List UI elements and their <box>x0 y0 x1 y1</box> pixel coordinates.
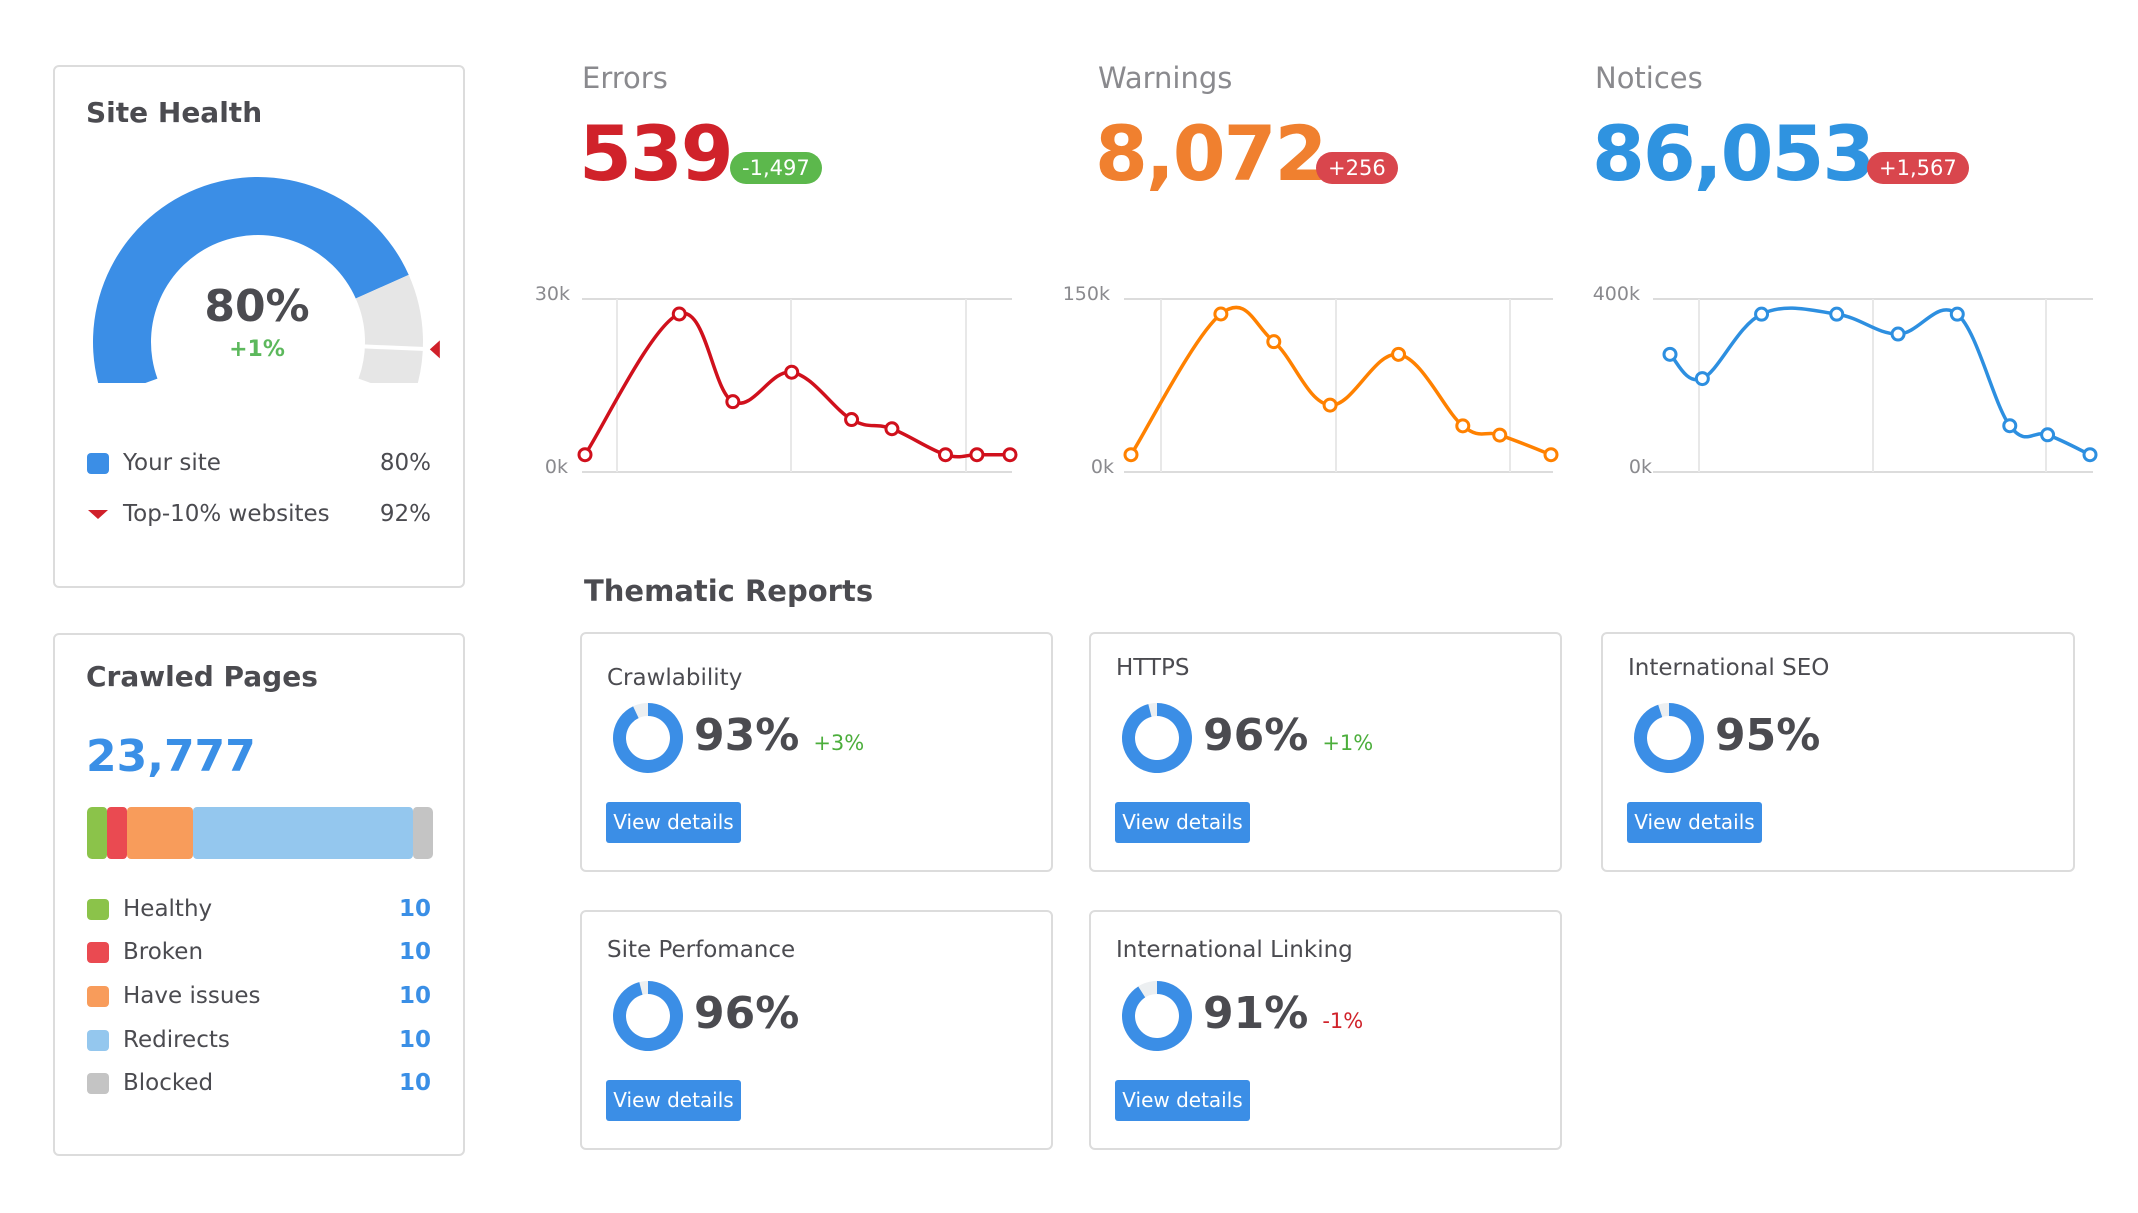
warnings-data-point[interactable] <box>1543 447 1559 463</box>
errors-data-point[interactable] <box>969 447 985 463</box>
report-card-site-performance: Site Perfomance 96% View details <box>580 910 1053 1150</box>
report-percent-value: 96% <box>694 988 800 1039</box>
errors-series-line <box>583 311 1010 459</box>
view-details-button[interactable]: View details <box>606 802 741 843</box>
thematic-reports-title: Thematic Reports <box>584 574 874 608</box>
report-delta: +1% <box>1322 731 1374 755</box>
donut-filled-arc <box>613 703 683 773</box>
report-percent-value: 95% <box>1715 710 1821 761</box>
report-percent: 96% +1% <box>1203 714 1373 758</box>
notices-data-point[interactable] <box>1829 306 1845 322</box>
errors-data-point[interactable] <box>577 447 593 463</box>
report-donut <box>613 981 683 1051</box>
errors-chart <box>577 298 1018 473</box>
warnings-data-point[interactable] <box>1213 306 1229 322</box>
report-percent-value: 93% <box>694 710 800 761</box>
notices-data-point[interactable] <box>2040 427 2056 443</box>
report-percent-value: 91% <box>1203 988 1309 1039</box>
report-percent: 96% <box>694 992 799 1036</box>
warnings-series-line <box>1129 305 1552 457</box>
errors-data-point[interactable] <box>784 364 800 380</box>
donut-filled-arc <box>1122 703 1192 773</box>
warnings-data-point[interactable] <box>1391 346 1407 362</box>
view-details-button[interactable]: View details <box>1115 1080 1250 1121</box>
warnings-data-point[interactable] <box>1492 427 1508 443</box>
errors-line-chart <box>577 298 2098 473</box>
view-details-button[interactable]: View details <box>1115 802 1250 843</box>
report-title: HTTPS <box>1116 655 1190 681</box>
report-card-https: HTTPS 96% +1% View details <box>1089 632 1562 872</box>
errors-data-point[interactable] <box>884 421 900 437</box>
report-title: Crawlability <box>607 665 743 691</box>
report-delta: +3% <box>813 731 865 755</box>
report-card-crawlability: Crawlability 93% +3% View details <box>580 632 1053 872</box>
errors-data-point[interactable] <box>938 447 954 463</box>
view-details-button[interactable]: View details <box>1627 802 1762 843</box>
view-details-button[interactable]: View details <box>606 1080 741 1121</box>
report-card-international-seo: International SEO 95% View details <box>1601 632 2075 872</box>
notices-data-point[interactable] <box>1694 371 1710 387</box>
notices-data-point[interactable] <box>2002 418 2018 434</box>
notices-data-point[interactable] <box>1890 326 1906 342</box>
notices-data-point[interactable] <box>2082 447 2098 463</box>
notices-data-point[interactable] <box>1949 306 1965 322</box>
report-donut <box>613 703 683 773</box>
donut-filled-arc <box>1122 981 1192 1051</box>
notices-data-point[interactable] <box>1662 346 1678 362</box>
donut-filled-arc <box>613 981 683 1051</box>
report-donut <box>1122 981 1192 1051</box>
report-title: International Linking <box>1116 937 1353 963</box>
report-percent-value: 96% <box>1203 710 1309 761</box>
report-donut <box>1122 703 1192 773</box>
report-title: Site Perfomance <box>607 937 796 963</box>
errors-data-point[interactable] <box>725 394 741 410</box>
warnings-data-point[interactable] <box>1123 447 1139 463</box>
notices-series-line <box>1668 306 2091 457</box>
report-percent: 95% <box>1715 714 1820 758</box>
warnings-data-point[interactable] <box>1266 334 1282 350</box>
donut-filled-arc <box>1634 703 1704 773</box>
report-title: International SEO <box>1628 655 1830 681</box>
report-percent: 91% -1% <box>1203 992 1363 1036</box>
errors-data-point[interactable] <box>671 306 687 322</box>
warnings-data-point[interactable] <box>1455 418 1471 434</box>
warnings-data-point[interactable] <box>1322 397 1338 413</box>
warnings-chart <box>1123 298 1559 473</box>
report-donut <box>1634 703 1704 773</box>
report-delta: -1% <box>1322 1009 1364 1033</box>
errors-data-point[interactable] <box>844 412 860 428</box>
notices-data-point[interactable] <box>1754 306 1770 322</box>
report-card-international-linking: International Linking 91% -1% View detail… <box>1089 910 1562 1150</box>
errors-data-point[interactable] <box>1002 447 1018 463</box>
notices-chart <box>1653 298 2098 473</box>
report-percent: 93% +3% <box>694 714 864 758</box>
